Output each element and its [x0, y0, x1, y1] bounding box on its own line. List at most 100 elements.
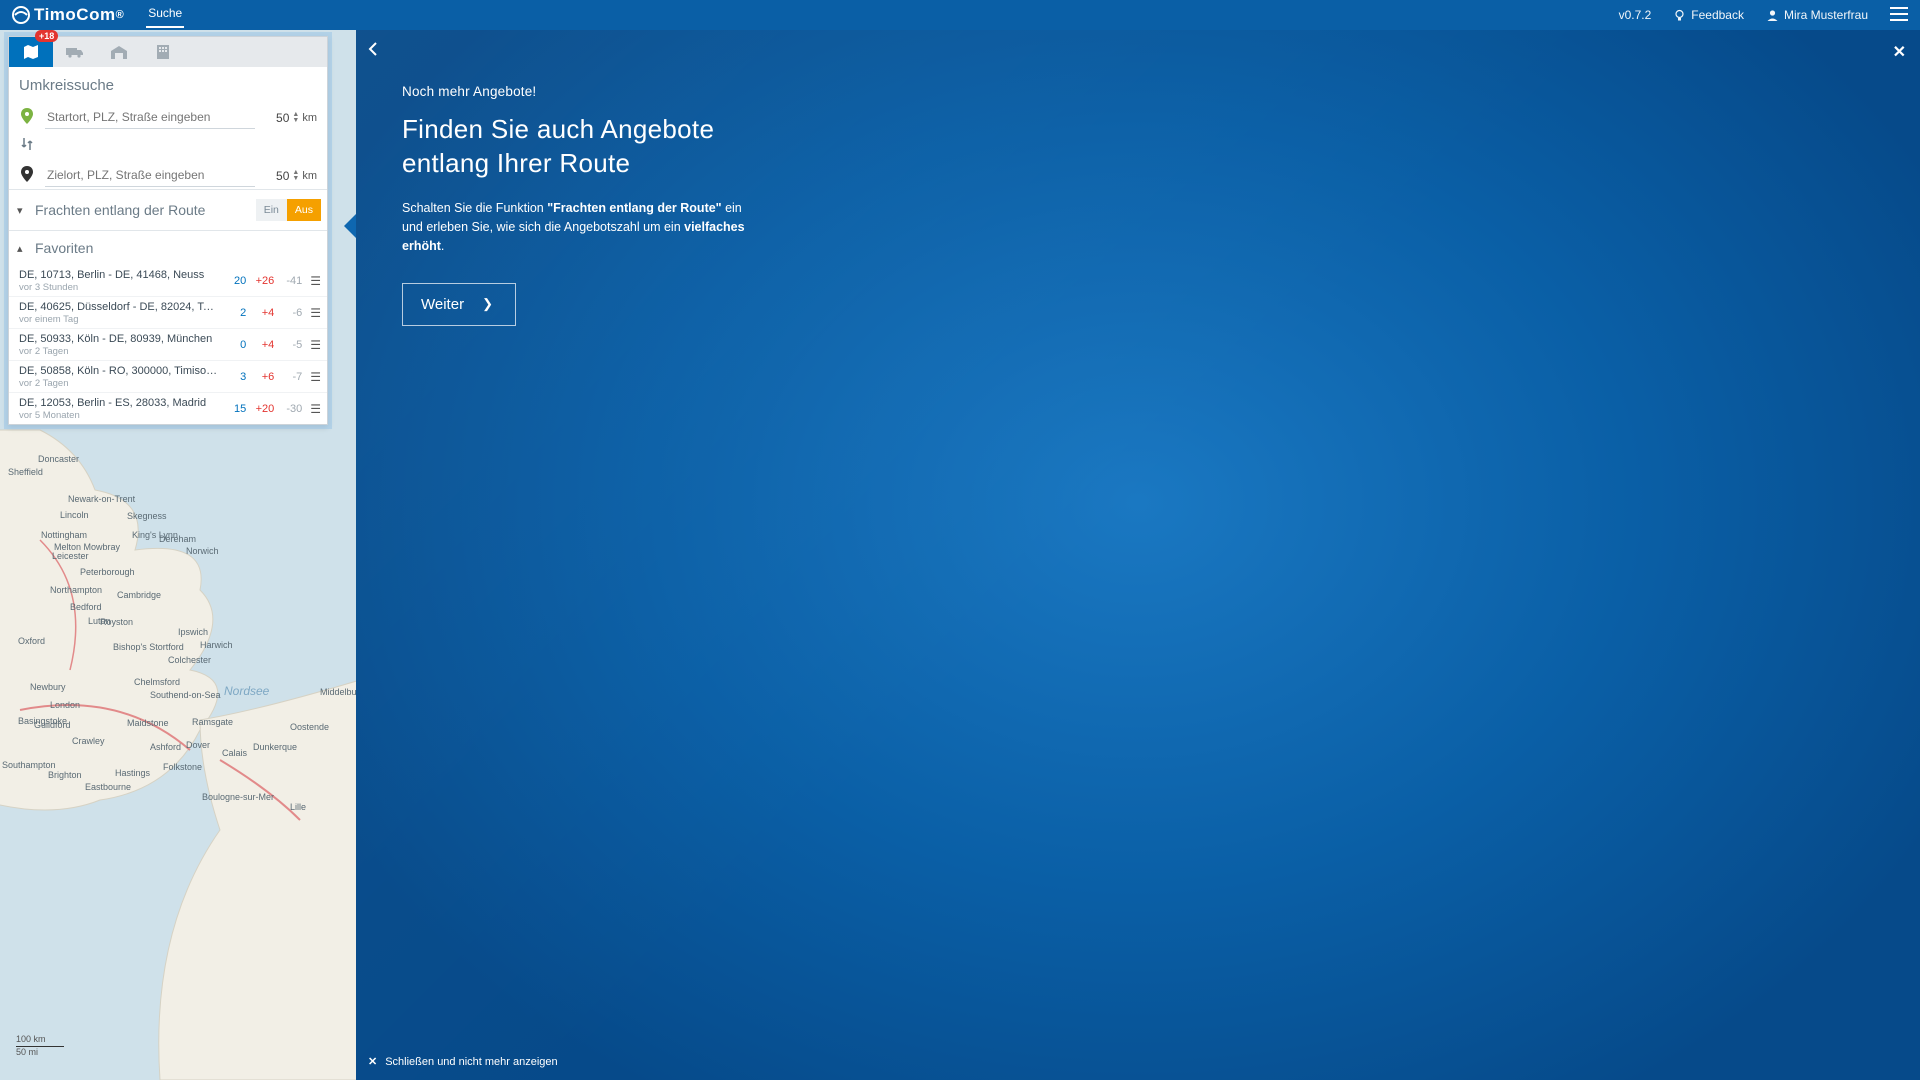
map-city-label: Harwich — [200, 640, 233, 650]
favorite-timestamp: vor 2 Tagen — [19, 346, 218, 357]
overlay-dismiss-button[interactable]: ✕ Schließen und nicht mehr anzeigen — [368, 1055, 558, 1068]
favorite-count-new: +4 — [246, 307, 274, 319]
origin-radius-down[interactable]: ▼ — [292, 118, 299, 124]
dest-radius-input[interactable] — [263, 169, 289, 183]
map-city-label: Northampton — [50, 585, 102, 595]
favorite-count-current: 0 — [218, 339, 246, 351]
map-city-label: Basingstoke — [18, 716, 67, 726]
favorite-timestamp: vor 3 Stunden — [19, 282, 218, 293]
overlay-next-button[interactable]: Weiter ❯ — [402, 283, 516, 326]
toggle-off[interactable]: Aus — [287, 199, 321, 221]
user-menu[interactable]: Mira Musterfrau — [1766, 8, 1868, 22]
favorite-row[interactable]: DE, 10713, Berlin - DE, 41468, Neussvor … — [9, 265, 327, 296]
map-icon — [23, 45, 39, 59]
map-city-label: Dereham — [159, 534, 196, 544]
map-city-label: Colchester — [168, 655, 211, 665]
map-city-label: Doncaster — [38, 454, 79, 464]
map-city-label: Newbury — [30, 682, 66, 692]
map-city-label: Oostende — [290, 722, 329, 732]
chevron-left-icon — [368, 42, 378, 56]
menu-icon — [1890, 7, 1908, 21]
map-city-label: Cambridge — [117, 590, 161, 600]
dest-radius-down[interactable]: ▼ — [292, 176, 299, 182]
overlay-kicker: Noch mehr Angebote! — [402, 84, 876, 99]
map-city-label: Chelmsford — [134, 677, 180, 687]
overlay-close-button[interactable]: ✕ — [1893, 42, 1906, 62]
favorite-route: DE, 40625, Düsseldorf - DE, 82024, Taufk… — [19, 301, 218, 313]
favorites-section[interactable]: ▴ Favoriten — [9, 230, 327, 265]
toggle-on[interactable]: Ein — [256, 199, 287, 221]
overlay-back-button[interactable] — [368, 42, 378, 59]
overlay-pointer — [344, 214, 356, 238]
favorite-count-new: +4 — [246, 339, 274, 351]
truck-icon — [66, 46, 84, 58]
dest-pin-icon — [19, 166, 35, 185]
chevron-up-icon: ▴ — [17, 242, 35, 255]
map-city-label: Bedford — [70, 602, 102, 612]
map-city-label: London — [50, 700, 80, 710]
overlay-description: Schalten Sie die Funktion "Frachten entl… — [402, 199, 762, 257]
map-city-label: Brighton — [48, 770, 82, 780]
map-city-label: Norwich — [186, 546, 219, 556]
map-scale: 100 km 50 mi — [16, 1035, 64, 1058]
tab-warehouse[interactable] — [97, 37, 141, 67]
map-city-label: Dover — [186, 740, 210, 750]
map-city-label: Skegness — [127, 511, 167, 521]
tab-freight[interactable] — [53, 37, 97, 67]
favorite-count-gone: -30 — [274, 403, 302, 415]
map-city-label: Southampton — [2, 760, 56, 770]
origin-input[interactable] — [45, 106, 255, 129]
map-city-label: Hastings — [115, 768, 151, 778]
map-city-label: Leicester — [52, 551, 89, 561]
map-city-label: Crawley — [72, 736, 105, 746]
chevron-down-icon: ▾ — [17, 204, 35, 217]
favorite-row[interactable]: DE, 50933, Köln - DE, 80939, Münchenvor … — [9, 328, 327, 360]
list-icon[interactable]: ☰ — [310, 402, 321, 416]
favorite-count-new: +26 — [246, 275, 274, 287]
list-icon[interactable]: ☰ — [310, 338, 321, 352]
favorite-count-current: 3 — [218, 371, 246, 383]
feedback-link[interactable]: Feedback — [1673, 8, 1744, 22]
swap-button[interactable] — [9, 131, 327, 160]
map-city-label: Middelburg — [320, 687, 356, 697]
route-freight-toggle[interactable]: Ein Aus — [256, 199, 321, 221]
main-menu-button[interactable] — [1890, 7, 1908, 24]
brand-mark-icon — [12, 6, 30, 24]
origin-radius-input[interactable] — [263, 111, 289, 125]
route-freight-section[interactable]: ▾ Frachten entlang der Route Ein Aus — [9, 189, 327, 230]
map-city-label: Dunkerque — [253, 742, 297, 752]
sea-label: Nordsee — [224, 684, 270, 698]
favorite-count-gone: -7 — [274, 371, 302, 383]
list-icon[interactable]: ☰ — [310, 370, 321, 384]
nav-search[interactable]: Suche — [146, 2, 184, 28]
map-city-label: Royston — [100, 617, 133, 627]
favorite-timestamp: vor einem Tag — [19, 314, 218, 325]
list-icon[interactable]: ☰ — [310, 306, 321, 320]
favorite-row[interactable]: DE, 50858, Köln - RO, 300000, Timisoarav… — [9, 360, 327, 392]
map-city-label: Folkstone — [163, 762, 202, 772]
building-icon — [157, 45, 169, 59]
favorite-row[interactable]: DE, 12053, Berlin - ES, 28033, Madridvor… — [9, 392, 327, 424]
map-city-label: Newark-on-Trent — [68, 494, 136, 504]
map-city-label: Melton Mowbray — [54, 542, 121, 552]
favorite-count-current: 15 — [218, 403, 246, 415]
favorite-count-gone: -6 — [274, 307, 302, 319]
favorite-row[interactable]: DE, 40625, Düsseldorf - DE, 82024, Taufk… — [9, 296, 327, 328]
lightbulb-icon — [1673, 9, 1686, 22]
favorite-route: DE, 10713, Berlin - DE, 41468, Neuss — [19, 269, 218, 281]
brand-logo: TimoCom® — [12, 5, 124, 25]
map-city-label: Peterborough — [80, 567, 135, 577]
tab-company[interactable] — [141, 37, 185, 67]
tab-map[interactable]: +18 — [9, 37, 53, 67]
dest-input[interactable] — [45, 164, 255, 187]
map-city-label: Bishop's Stortford — [113, 642, 184, 652]
map-city-label: Lincoln — [60, 510, 89, 520]
map-city-label: Boulogne-sur-Mer — [202, 792, 274, 802]
map-city-label: Ramsgate — [192, 717, 233, 727]
favorite-count-gone: -41 — [274, 275, 302, 287]
brand-name: TimoCom — [34, 5, 116, 25]
list-icon[interactable]: ☰ — [310, 274, 321, 288]
onboarding-overlay: ✕ Noch mehr Angebote! Finden Sie auch An… — [356, 30, 1920, 1080]
origin-pin-icon — [19, 108, 35, 127]
favorite-timestamp: vor 5 Monaten — [19, 410, 218, 421]
